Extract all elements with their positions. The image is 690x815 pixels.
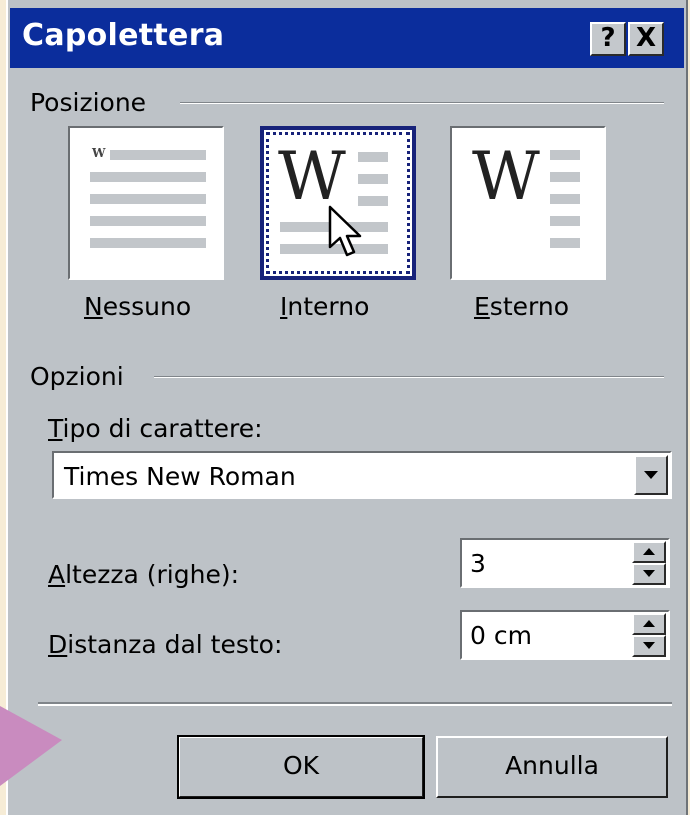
height-down-button[interactable]	[632, 563, 666, 585]
dropcap-dialog: Capolettera ? X Posizione W Nessuno W In…	[6, 0, 688, 815]
arrow-up-icon	[643, 548, 655, 555]
cancel-button[interactable]: Annulla	[436, 736, 668, 798]
dropcap-w-letter: W	[472, 138, 540, 215]
position-none-label: Nessuno	[84, 292, 192, 321]
title-bar[interactable]: Capolettera ? X	[10, 8, 684, 68]
arrow-down-icon	[643, 642, 655, 649]
text-line	[550, 194, 580, 204]
chevron-down-icon	[644, 471, 658, 479]
text-line	[90, 172, 206, 182]
ok-button[interactable]: OK	[177, 735, 425, 799]
text-line	[550, 216, 580, 226]
arrow-up-icon	[643, 620, 655, 627]
text-line	[550, 150, 580, 160]
position-group-divider	[180, 102, 664, 104]
distance-up-button[interactable]	[632, 613, 666, 635]
font-type-dropdown-button[interactable]	[634, 455, 668, 495]
text-line	[90, 238, 206, 248]
text-line	[550, 238, 580, 248]
height-lines-value[interactable]: 3	[470, 549, 486, 578]
position-inside-label: Interno	[280, 292, 370, 321]
options-group-divider	[154, 376, 664, 378]
help-button[interactable]: ?	[590, 22, 626, 56]
position-none-option[interactable]: W	[68, 126, 224, 280]
position-outside-option[interactable]: W	[450, 126, 606, 280]
distance-down-button[interactable]	[632, 635, 666, 657]
text-line	[110, 150, 206, 160]
close-button[interactable]: X	[628, 22, 664, 56]
options-group-label: Opzioni	[30, 362, 124, 391]
dropcap-w-letter: W	[278, 138, 346, 215]
font-type-select[interactable]: Times New Roman	[52, 451, 672, 499]
small-w-letter: W	[92, 146, 106, 160]
text-line	[90, 216, 206, 226]
text-line	[550, 172, 580, 182]
text-line	[358, 152, 388, 162]
height-up-button[interactable]	[632, 541, 666, 563]
text-line	[358, 174, 388, 184]
height-lines-label: Altezza (righe):	[48, 560, 239, 589]
tutorial-arrow-pointer	[0, 706, 62, 786]
text-line	[90, 194, 206, 204]
button-separator	[38, 702, 672, 706]
dialog-title: Capolettera	[22, 18, 225, 53]
arrow-down-icon	[643, 570, 655, 577]
distance-spinner[interactable]: 0 cm	[460, 610, 670, 660]
position-outside-label: Esterno	[474, 292, 569, 321]
font-type-label: Tipo di carattere:	[48, 414, 263, 443]
position-group-label: Posizione	[30, 88, 147, 117]
font-type-value: Times New Roman	[64, 462, 296, 491]
height-lines-spinner[interactable]: 3	[460, 538, 670, 588]
distance-label: Distanza dal testo:	[48, 630, 283, 659]
distance-value[interactable]: 0 cm	[470, 621, 532, 650]
mouse-cursor-icon	[328, 205, 362, 257]
